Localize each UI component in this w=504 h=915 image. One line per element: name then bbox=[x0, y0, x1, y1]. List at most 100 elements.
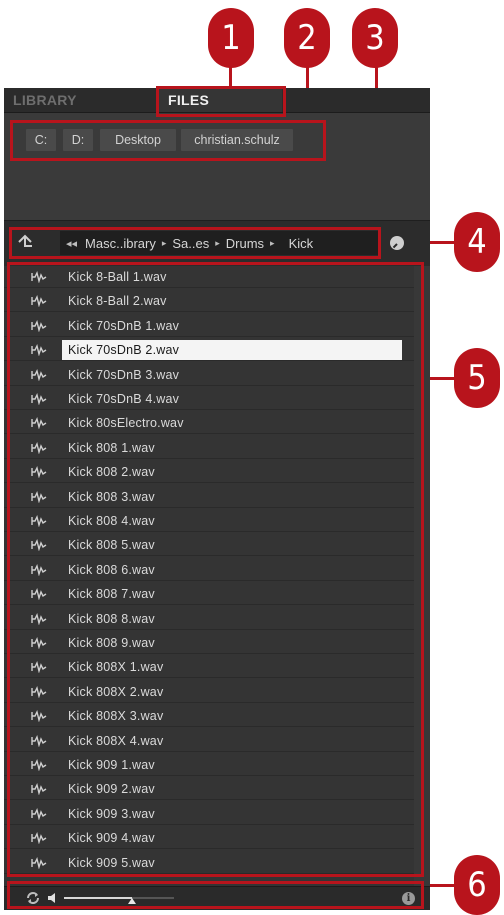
file-list-item[interactable]: Kick 80sElectro.wav bbox=[4, 412, 430, 435]
file-name: Kick 70sDnB 3.wav bbox=[68, 367, 180, 382]
audio-waveform-icon bbox=[31, 661, 47, 674]
file-list-item[interactable]: Kick 909 2.wav bbox=[4, 778, 430, 801]
file-name: Kick 808 9.wav bbox=[68, 636, 155, 650]
file-list-item[interactable]: Kick 909 3.wav bbox=[4, 803, 430, 825]
path-bar: ◂◂ Masc..ibrary ▸ Sa..es ▸ Drums ▸ Kick bbox=[4, 220, 430, 268]
file-list-item[interactable]: Kick 808 3.wav bbox=[4, 486, 430, 508]
audio-waveform-icon bbox=[31, 832, 47, 845]
file-list-item[interactable]: Kick 808X 4.wav bbox=[4, 730, 430, 752]
file-list-item[interactable]: Kick 808 5.wav bbox=[4, 534, 430, 557]
file-name: Kick 808 3.wav bbox=[68, 489, 155, 504]
file-list-item[interactable]: Kick 808X 2.wav bbox=[4, 681, 430, 703]
prehear-bar: i bbox=[4, 886, 430, 910]
file-name: Kick 808X 1.wav bbox=[68, 660, 164, 675]
file-list-item[interactable]: Kick 8-Ball 1.wav bbox=[4, 266, 430, 288]
audio-waveform-icon bbox=[31, 588, 47, 601]
breadcrumb-item[interactable]: Masc..ibrary bbox=[81, 236, 160, 251]
tab-files[interactable]: FILES bbox=[156, 88, 282, 112]
file-name: Kick 909 2.wav bbox=[68, 782, 155, 797]
up-arrow-icon[interactable] bbox=[17, 234, 33, 252]
callout-4: 4 bbox=[454, 212, 500, 272]
drive-d-button[interactable]: D: bbox=[63, 129, 93, 151]
breadcrumb-separator-icon: ▸ bbox=[161, 237, 167, 248]
audio-waveform-icon bbox=[31, 807, 47, 820]
history-clock-icon[interactable] bbox=[390, 236, 404, 250]
tab-library[interactable]: LIBRARY bbox=[13, 88, 155, 112]
audio-waveform-icon bbox=[31, 856, 47, 869]
volume-slider[interactable] bbox=[64, 897, 174, 904]
drive-c-button[interactable]: C: bbox=[26, 129, 56, 151]
audio-waveform-icon bbox=[31, 685, 47, 698]
audio-waveform-icon bbox=[31, 490, 47, 503]
file-name: Kick 80sElectro.wav bbox=[68, 416, 184, 431]
audio-waveform-icon bbox=[31, 539, 47, 552]
file-list-item[interactable]: Kick 808 6.wav bbox=[4, 559, 430, 581]
breadcrumb-item[interactable]: Sa..es bbox=[168, 236, 213, 251]
audio-waveform-icon bbox=[31, 515, 47, 527]
callout-3: 3 bbox=[352, 8, 398, 68]
audio-waveform-icon bbox=[31, 271, 47, 283]
file-name: Kick 8-Ball 1.wav bbox=[68, 270, 167, 284]
tab-bar: LIBRARY FILES bbox=[4, 88, 430, 113]
file-list-item[interactable]: Kick 909 1.wav bbox=[4, 754, 430, 776]
file-list-item[interactable]: Kick 70sDnB 2.wav bbox=[4, 339, 430, 362]
file-list-item[interactable]: Kick 70sDnB 4.wav bbox=[4, 388, 430, 410]
callout-2: 2 bbox=[284, 8, 330, 68]
file-list-item[interactable]: Kick 8-Ball 2.wav bbox=[4, 290, 430, 313]
file-list-item[interactable]: Kick 808 1.wav bbox=[4, 437, 430, 459]
file-list-item[interactable]: Kick 808 4.wav bbox=[4, 510, 430, 532]
audio-waveform-icon bbox=[31, 295, 47, 308]
info-icon[interactable]: i bbox=[402, 892, 415, 905]
file-name: Kick 70sDnB 4.wav bbox=[68, 392, 180, 406]
audio-waveform-icon bbox=[31, 466, 47, 479]
prehear-loop-icon[interactable] bbox=[26, 891, 40, 905]
file-list-item[interactable]: Kick 70sDnB 1.wav bbox=[4, 315, 430, 337]
file-name: Kick 808 7.wav bbox=[68, 587, 155, 602]
breadcrumb-separator-icon: ▸ bbox=[270, 237, 275, 248]
file-list-item[interactable]: Kick 808 2.wav bbox=[4, 461, 430, 484]
drive-favorites-area: C: D: Desktop christian.schulz bbox=[4, 113, 430, 220]
audio-waveform-icon bbox=[31, 417, 47, 430]
file-name: Kick 909 3.wav bbox=[68, 806, 155, 821]
file-list-item[interactable]: Kick 808X 1.wav bbox=[4, 656, 430, 679]
breadcrumb-item[interactable]: Drums bbox=[222, 236, 268, 251]
file-name: Kick 808 6.wav bbox=[68, 562, 155, 577]
breadcrumb-item[interactable]: Kick bbox=[285, 236, 318, 251]
file-list-item[interactable]: Kick 909 5.wav bbox=[4, 852, 430, 874]
file-name: Kick 808 1.wav bbox=[68, 440, 155, 455]
audio-waveform-icon bbox=[31, 612, 47, 625]
file-name: Kick 70sDnB 1.wav bbox=[68, 318, 180, 333]
desktop-button[interactable]: Desktop bbox=[100, 129, 176, 151]
file-name: Kick 909 1.wav bbox=[68, 758, 155, 772]
file-list-item[interactable]: Kick 909 4.wav bbox=[4, 827, 430, 850]
callout-1: 1 bbox=[208, 8, 254, 68]
audio-waveform-icon bbox=[31, 344, 47, 357]
file-name: Kick 8-Ball 2.wav bbox=[68, 294, 167, 309]
file-name: Kick 909 5.wav bbox=[68, 855, 155, 870]
audio-waveform-icon bbox=[31, 734, 47, 747]
audio-waveform-icon bbox=[31, 710, 47, 723]
file-name: Kick 808 8.wav bbox=[68, 611, 155, 626]
breadcrumb: ◂◂ Masc..ibrary ▸ Sa..es ▸ Drums ▸ Kick bbox=[60, 231, 379, 255]
breadcrumb-back-icon[interactable]: ◂◂ bbox=[60, 237, 81, 250]
file-list-scrollbar[interactable] bbox=[414, 266, 430, 886]
file-list-item[interactable]: Kick 808X 3.wav bbox=[4, 705, 430, 728]
file-list-item[interactable]: Kick 808 9.wav bbox=[4, 632, 430, 654]
audio-waveform-icon bbox=[31, 783, 47, 796]
audio-waveform-icon bbox=[31, 441, 47, 454]
file-list-item[interactable]: Kick 808 7.wav bbox=[4, 583, 430, 606]
file-name: Kick 808 2.wav bbox=[68, 465, 155, 480]
file-name: Kick 909 4.wav bbox=[68, 831, 155, 846]
file-list-item[interactable]: Kick 70sDnB 3.wav bbox=[4, 364, 430, 386]
audio-waveform-icon bbox=[31, 368, 47, 381]
browser-panel: LIBRARY FILES C: D: Desktop christian.sc… bbox=[4, 88, 430, 910]
audio-waveform-icon bbox=[31, 563, 47, 576]
speaker-icon[interactable] bbox=[47, 892, 59, 904]
audio-waveform-icon bbox=[31, 759, 47, 771]
user-folder-button[interactable]: christian.schulz bbox=[181, 129, 293, 151]
file-name: Kick 808X 4.wav bbox=[68, 733, 164, 748]
file-name: Kick 808X 2.wav bbox=[68, 684, 164, 699]
file-list-item[interactable]: Kick 808 8.wav bbox=[4, 608, 430, 630]
volume-slider-handle[interactable] bbox=[128, 898, 137, 904]
file-name: Kick 808 5.wav bbox=[68, 538, 155, 553]
